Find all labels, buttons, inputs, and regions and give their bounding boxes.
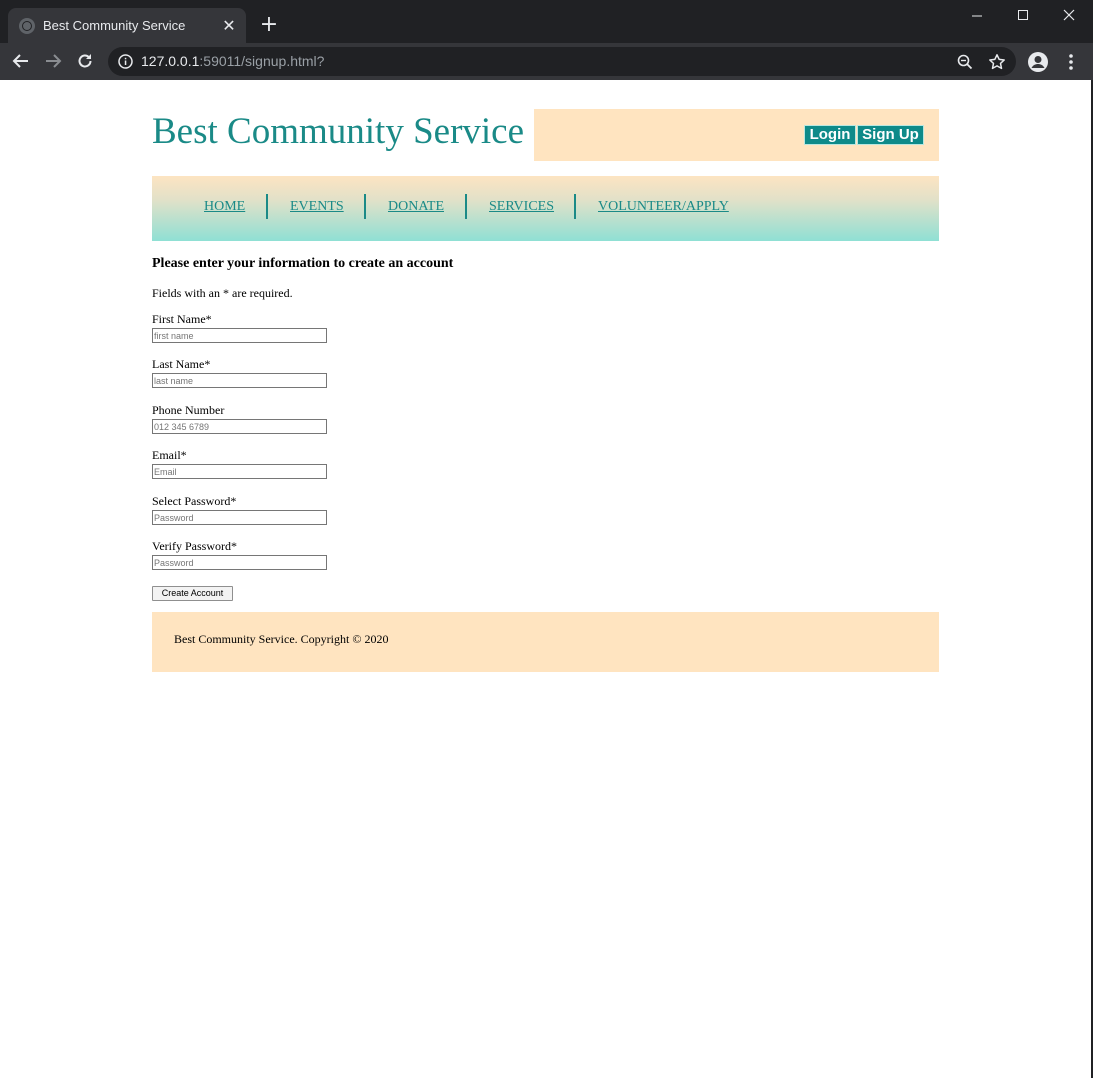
sign-up-button[interactable]: Sign Up bbox=[857, 125, 924, 145]
nav-services-link[interactable]: SERVICES bbox=[489, 199, 554, 215]
verify-password-input[interactable] bbox=[152, 555, 327, 570]
nav-events-link[interactable]: EVENTS bbox=[290, 199, 344, 215]
auth-panel: Login Sign Up bbox=[534, 109, 939, 161]
nav-home-link[interactable]: HOME bbox=[204, 199, 245, 215]
form-heading: Please enter your information to create … bbox=[152, 256, 454, 271]
reload-icon[interactable] bbox=[71, 47, 99, 75]
site-title: Best Community Service bbox=[152, 111, 525, 152]
main-nav: HOME EVENTS DONATE SERVICES VOLUNTEER/AP… bbox=[152, 176, 939, 241]
new-tab-button[interactable]: + bbox=[256, 12, 282, 38]
select-password-input[interactable] bbox=[152, 510, 327, 525]
last-name-label: Last Name* bbox=[152, 357, 211, 371]
forward-icon[interactable] bbox=[39, 47, 67, 75]
select-password-label: Select Password* bbox=[152, 494, 237, 508]
minimize-icon[interactable] bbox=[954, 0, 1000, 30]
tab-title: Best Community Service bbox=[43, 18, 186, 33]
first-name-label: First Name* bbox=[152, 312, 212, 326]
globe-icon bbox=[19, 17, 35, 34]
phone-number-label: Phone Number bbox=[152, 403, 225, 417]
url-host: 127.0.0.1 bbox=[141, 53, 200, 69]
browser-titlebar: Best Community Service ✕ + bbox=[0, 0, 1093, 43]
login-button[interactable]: Login bbox=[804, 125, 856, 145]
close-window-icon[interactable] bbox=[1046, 0, 1092, 30]
info-icon[interactable] bbox=[118, 54, 133, 69]
email-label: Email* bbox=[152, 448, 187, 462]
zoom-icon[interactable] bbox=[956, 53, 974, 71]
last-name-input[interactable] bbox=[152, 373, 327, 388]
copyright-text: Best Community Service. Copyright © 2020 bbox=[174, 632, 389, 646]
menu-kebab-icon[interactable] bbox=[1060, 51, 1082, 73]
footer: Best Community Service. Copyright © 2020 bbox=[152, 612, 939, 672]
create-account-button[interactable]: Create Account bbox=[152, 586, 233, 601]
nav-volunteer-apply-link[interactable]: VOLUNTEER/APPLY bbox=[598, 199, 729, 215]
url-text: 127.0.0.1:59011/signup.html? bbox=[141, 53, 324, 69]
phone-number-input[interactable] bbox=[152, 419, 327, 434]
nav-donate-link[interactable]: DONATE bbox=[388, 199, 444, 215]
nav-divider bbox=[364, 194, 366, 219]
nav-divider bbox=[465, 194, 467, 219]
nav-divider bbox=[266, 194, 268, 219]
star-icon[interactable] bbox=[988, 53, 1006, 71]
first-name-input[interactable] bbox=[152, 328, 327, 343]
browser-toolbar: 127.0.0.1:59011/signup.html? bbox=[0, 43, 1093, 80]
verify-password-label: Verify Password* bbox=[152, 539, 237, 553]
back-icon[interactable] bbox=[7, 47, 35, 75]
close-tab-icon[interactable]: ✕ bbox=[218, 15, 240, 37]
email-input[interactable] bbox=[152, 464, 327, 479]
profile-avatar-icon[interactable] bbox=[1027, 51, 1049, 73]
maximize-icon[interactable] bbox=[1000, 0, 1046, 30]
browser-tab[interactable]: Best Community Service ✕ bbox=[8, 8, 246, 43]
required-note: Fields with an * are required. bbox=[152, 286, 293, 300]
nav-divider bbox=[574, 194, 576, 219]
url-path: :59011/signup.html? bbox=[199, 53, 325, 69]
address-bar[interactable]: 127.0.0.1:59011/signup.html? bbox=[108, 47, 1016, 76]
